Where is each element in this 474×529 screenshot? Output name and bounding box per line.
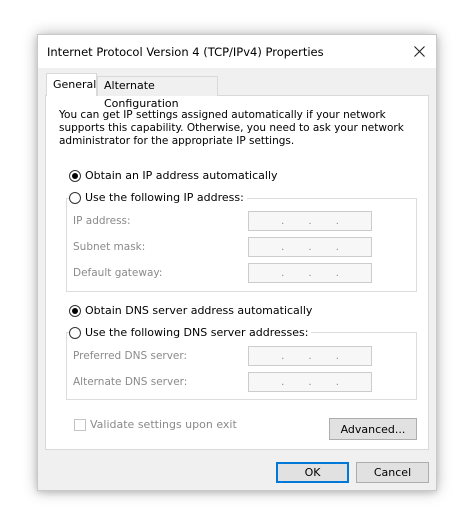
validate-option: Validate settings upon exit xyxy=(74,418,237,431)
dns-auto-option[interactable]: Obtain DNS server address automatically xyxy=(69,304,312,317)
default-gateway-field: ... xyxy=(248,263,372,283)
dns-manual-option[interactable]: Use the following DNS server addresses: xyxy=(69,326,312,339)
general-tab-page: You can get IP settings assigned automat… xyxy=(45,95,429,450)
close-button[interactable] xyxy=(402,35,436,68)
subnet-mask-label: Subnet mask: xyxy=(73,241,146,253)
ip-manual-option[interactable]: Use the following IP address: xyxy=(69,191,247,204)
tab-alternate-configuration[interactable]: Alternate Configuration xyxy=(97,76,218,110)
validate-checkbox xyxy=(74,418,86,431)
default-gateway-label: Default gateway: xyxy=(73,267,163,279)
alternate-dns-label: Alternate DNS server: xyxy=(73,376,188,388)
subnet-mask-field: ... xyxy=(248,237,372,257)
preferred-dns-label: Preferred DNS server: xyxy=(73,350,188,362)
ip-address-label: IP address: xyxy=(73,215,131,227)
ip-auto-option[interactable]: Obtain an IP address automatically xyxy=(69,169,278,182)
ip-address-field: ... xyxy=(248,211,372,231)
title-bar: Internet Protocol Version 4 (TCP/IPv4) P… xyxy=(38,35,436,68)
dns-manual-label: Use the following DNS server addresses: xyxy=(85,326,309,339)
close-icon xyxy=(413,46,425,57)
ip-manual-label: Use the following IP address: xyxy=(85,191,244,204)
ok-button[interactable]: OK xyxy=(276,462,349,483)
cancel-button[interactable]: Cancel xyxy=(356,462,429,483)
dns-auto-radio[interactable] xyxy=(69,304,81,317)
alternate-dns-field: ... xyxy=(248,372,372,392)
ip-manual-radio[interactable] xyxy=(69,191,81,204)
preferred-dns-field: ... xyxy=(248,346,372,366)
ipv4-properties-dialog: Internet Protocol Version 4 (TCP/IPv4) P… xyxy=(37,34,437,491)
ip-auto-radio[interactable] xyxy=(69,169,81,182)
dns-auto-label: Obtain DNS server address automatically xyxy=(85,304,313,317)
advanced-button[interactable]: Advanced... xyxy=(329,418,417,440)
validate-label: Validate settings upon exit xyxy=(90,418,237,431)
dns-manual-radio[interactable] xyxy=(69,326,81,339)
ip-auto-label: Obtain an IP address automatically xyxy=(85,169,278,182)
window-title: Internet Protocol Version 4 (TCP/IPv4) P… xyxy=(47,45,324,59)
tab-general[interactable]: General xyxy=(46,73,97,96)
description-text: You can get IP settings assigned automat… xyxy=(59,109,404,147)
